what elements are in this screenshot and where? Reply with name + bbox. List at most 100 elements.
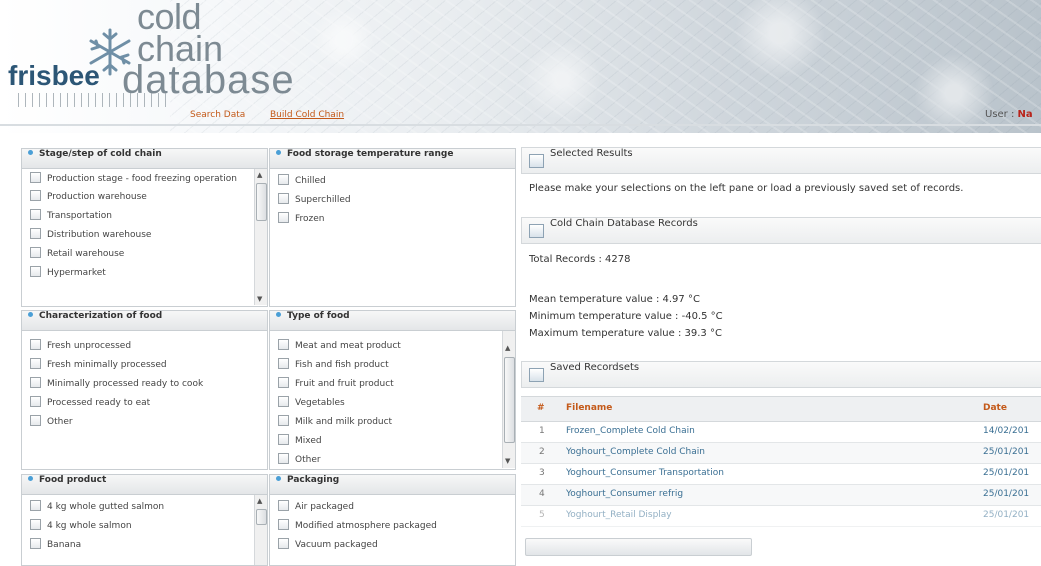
checkbox-item[interactable]: Processed ready to eat (24, 394, 265, 413)
checkbox-item[interactable]: Production stage - food freezing operati… (24, 172, 253, 185)
checkbox-icon[interactable] (30, 172, 41, 183)
bullet-icon (28, 476, 33, 481)
checkbox-item[interactable]: Mixed (272, 432, 501, 451)
checkbox-icon[interactable] (278, 212, 289, 223)
table-row[interactable]: 1 Frozen_Complete Cold Chain 14/02/201 (521, 422, 1041, 443)
filename-link[interactable]: Frozen_Complete Cold Chain (566, 426, 695, 436)
checkbox-item[interactable]: Fruit and fruit product (272, 375, 501, 394)
checkbox-icon[interactable] (278, 174, 289, 185)
checkbox-icon[interactable] (30, 247, 41, 258)
checkbox-icon[interactable] (30, 209, 41, 220)
checkbox-icon[interactable] (30, 358, 41, 369)
checkbox-icon[interactable] (30, 190, 41, 201)
user-name[interactable]: Na (1018, 109, 1033, 120)
checkbox-icon[interactable] (278, 358, 289, 369)
checkbox-item[interactable]: Modified atmosphere packaged (272, 517, 513, 536)
checkbox-icon[interactable] (278, 500, 289, 511)
table-row[interactable]: 3 Yoghourt_Consumer Transportation 25/01… (521, 464, 1041, 485)
checkbox-icon[interactable] (30, 538, 41, 549)
checkbox-icon[interactable] (278, 519, 289, 530)
checkbox-icon[interactable] (30, 500, 41, 511)
col-date[interactable]: Date (983, 403, 1007, 413)
checkbox-icon[interactable] (278, 193, 289, 204)
checkbox-icon[interactable] (278, 377, 289, 388)
checkbox-item[interactable]: 4 kg whole gutted salmon (24, 498, 253, 517)
header-banner: cold chain frisbee database Search Data … (0, 0, 1041, 133)
scrollbar[interactable]: ▲ ▼ (502, 331, 515, 468)
saved-recordsets-title: Saved Recordsets (550, 362, 640, 373)
scrollbar[interactable]: ▲ ▼ (254, 169, 267, 305)
records-title: Cold Chain Database Records (550, 218, 698, 229)
panel-temp-range: Food storage temperature range Chilled S… (269, 148, 516, 307)
checkbox-item[interactable]: Air packaged (272, 498, 513, 517)
records-header: Cold Chain Database Records (521, 217, 1041, 244)
filename-link[interactable]: Yoghourt_Consumer Transportation (566, 468, 724, 478)
nav-build-cold-chain[interactable]: Build Cold Chain (270, 110, 344, 120)
checkbox-icon[interactable] (278, 538, 289, 549)
table-row[interactable]: 2 Yoghourt_Complete Cold Chain 25/01/201 (521, 443, 1041, 464)
checkbox-item[interactable]: Meat and meat product (272, 337, 501, 356)
scroll-thumb[interactable] (256, 183, 267, 221)
checkbox-item[interactable]: Chilled (272, 172, 513, 191)
checkbox-icon[interactable] (30, 396, 41, 407)
col-num[interactable]: # (537, 403, 545, 413)
checkbox-item[interactable]: Fresh minimally processed (24, 356, 265, 375)
checkbox-item[interactable]: Vacuum packaged (272, 536, 513, 555)
checkbox-item[interactable]: Distribution warehouse (24, 226, 253, 245)
checkbox-item[interactable]: Fish and fish product (272, 356, 501, 375)
checkbox-icon[interactable] (278, 339, 289, 350)
records-icon (529, 224, 544, 238)
results-icon (529, 154, 544, 168)
action-button[interactable] (525, 538, 752, 556)
checkbox-item[interactable]: 4 kg whole salmon (24, 517, 253, 536)
checkbox-icon[interactable] (278, 453, 289, 464)
scroll-up-icon[interactable]: ▲ (257, 171, 262, 179)
max-temperature: Maximum temperature value : 39.3 °C (529, 328, 722, 339)
checkbox-item[interactable]: Transportation (24, 207, 253, 226)
panel-type-title: Type of food (287, 311, 350, 321)
checkbox-item[interactable]: Hypermarket (24, 264, 253, 283)
checkbox-icon[interactable] (30, 377, 41, 388)
checkbox-item[interactable]: Fresh unprocessed (24, 337, 265, 356)
scroll-down-icon[interactable]: ▼ (505, 457, 510, 465)
checkbox-icon[interactable] (278, 415, 289, 426)
checkbox-item[interactable]: Other (272, 451, 501, 467)
checkbox-item[interactable]: Banana (24, 536, 253, 555)
saved-recordsets-header: Saved Recordsets (521, 361, 1041, 388)
checkbox-icon[interactable] (30, 266, 41, 277)
bullet-icon (276, 312, 281, 317)
checkbox-icon[interactable] (30, 415, 41, 426)
checkbox-icon[interactable] (30, 339, 41, 350)
checkbox-icon[interactable] (278, 396, 289, 407)
scrollbar[interactable]: ▲ (254, 495, 267, 565)
filename-link[interactable]: Yoghourt_Retail Display (566, 510, 672, 520)
filename-link[interactable]: Yoghourt_Complete Cold Chain (566, 447, 705, 457)
panel-temp-range-title: Food storage temperature range (287, 149, 454, 159)
selected-results-message: Please make your selections on the left … (529, 183, 964, 194)
checkbox-item[interactable]: Milk and milk product (272, 413, 501, 432)
checkbox-item[interactable]: Other (24, 413, 265, 432)
panel-stage: Stage/step of cold chain Production stag… (21, 148, 268, 307)
scroll-thumb[interactable] (504, 357, 515, 443)
filename-link[interactable]: Yoghourt_Consumer refrig (566, 489, 683, 499)
table-row[interactable]: 5 Yoghourt_Retail Display 25/01/201 (521, 506, 1041, 527)
table-row[interactable]: 4 Yoghourt_Consumer refrig 25/01/201 (521, 485, 1041, 506)
checkbox-icon[interactable] (30, 519, 41, 530)
logo-brand: frisbee (8, 60, 100, 91)
scroll-down-icon[interactable]: ▼ (257, 295, 262, 303)
scroll-up-icon[interactable]: ▲ (505, 344, 510, 352)
panel-product: Food product 4 kg whole gutted salmon 4 … (21, 474, 268, 566)
checkbox-item[interactable]: Retail warehouse (24, 245, 253, 264)
checkbox-item[interactable]: Vegetables (272, 394, 501, 413)
checkbox-item[interactable]: Production warehouse (24, 188, 253, 207)
checkbox-item[interactable]: Frozen (272, 210, 513, 229)
date-cell: 25/01/201 (983, 489, 1030, 499)
checkbox-item[interactable]: Minimally processed ready to cook (24, 375, 265, 394)
scroll-thumb[interactable] (256, 509, 267, 525)
scroll-up-icon[interactable]: ▲ (257, 497, 262, 505)
checkbox-icon[interactable] (30, 228, 41, 239)
nav-search-data[interactable]: Search Data (190, 110, 245, 120)
checkbox-item[interactable]: Superchilled (272, 191, 513, 210)
checkbox-icon[interactable] (278, 434, 289, 445)
col-filename[interactable]: Filename (566, 403, 612, 413)
